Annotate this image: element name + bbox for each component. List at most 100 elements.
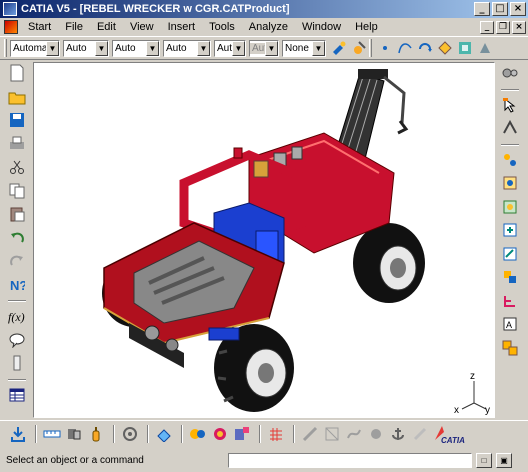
menu-file[interactable]: File xyxy=(58,21,90,33)
copy-icon[interactable] xyxy=(6,180,28,202)
menu-help[interactable]: Help xyxy=(348,21,385,33)
minimize-button[interactable]: _ xyxy=(474,2,490,16)
linetype-combo[interactable]: Auto ▼ xyxy=(163,39,211,57)
formula-icon[interactable]: f(x) xyxy=(6,305,28,327)
dropdown-arrow-icon[interactable]: ▼ xyxy=(146,40,159,56)
rotate-view-icon[interactable] xyxy=(232,424,252,444)
combo-value: None xyxy=(285,42,309,54)
axis-compass: z x y xyxy=(454,371,490,416)
3d-viewport[interactable]: z x y xyxy=(33,62,495,418)
multi-instantiation-icon[interactable] xyxy=(499,337,521,359)
swap-icon[interactable] xyxy=(154,424,174,444)
clash-icon[interactable] xyxy=(64,424,84,444)
paste-icon[interactable] xyxy=(6,203,28,225)
edges-icon[interactable] xyxy=(344,424,364,444)
axle xyxy=(208,327,240,341)
menu-view[interactable]: View xyxy=(123,21,161,33)
combo-value: Auto xyxy=(166,42,187,54)
layer-combo[interactable]: Automa ▼ xyxy=(10,39,60,57)
catia-app-icon[interactable] xyxy=(3,2,17,16)
workbench-toolbar: A xyxy=(496,62,524,418)
anchor-icon[interactable] xyxy=(388,424,408,444)
dropdown-arrow-icon[interactable]: ▼ xyxy=(95,40,108,56)
doc-restore-button[interactable]: ❐ xyxy=(496,20,510,34)
component-icon[interactable] xyxy=(499,172,521,194)
rotate-icon[interactable] xyxy=(415,38,435,58)
design-table-icon[interactable] xyxy=(6,352,28,374)
doc-minimize-button[interactable]: _ xyxy=(480,20,494,34)
comment-icon[interactable] xyxy=(6,329,28,351)
combo-value: Auto xyxy=(115,42,136,54)
painter-icon[interactable] xyxy=(329,38,349,58)
tow-truck-model[interactable]: z x y xyxy=(34,63,494,417)
dropdown-arrow-icon[interactable]: ▼ xyxy=(46,40,59,56)
grid-icon[interactable] xyxy=(266,424,286,444)
fly-icon[interactable] xyxy=(499,117,521,139)
wireframe-icon[interactable] xyxy=(322,424,342,444)
print-icon[interactable] xyxy=(6,133,28,155)
transparency-combo[interactable]: Auto ▼ xyxy=(112,39,160,57)
graph-tree-reorder-icon[interactable] xyxy=(499,290,521,312)
hide-show-icon[interactable] xyxy=(366,424,386,444)
replace-component-icon[interactable] xyxy=(499,266,521,288)
whats-this-icon[interactable]: N? xyxy=(6,274,28,296)
toolbar-grip[interactable] xyxy=(369,39,372,57)
status-prompt: Select an object or a command xyxy=(6,454,144,466)
knowledge-icon[interactable] xyxy=(475,38,495,58)
measure-icon[interactable] xyxy=(42,424,62,444)
menu-window[interactable]: Window xyxy=(295,21,348,33)
menu-tools[interactable]: Tools xyxy=(202,21,242,33)
toolbar-grip[interactable] xyxy=(4,39,7,57)
maximize-button[interactable]: □ xyxy=(492,2,508,16)
swap-visible-icon[interactable] xyxy=(410,424,430,444)
lineweight-combo[interactable]: Aut ▼ xyxy=(214,39,246,57)
doc-close-button[interactable]: × xyxy=(512,20,526,34)
save-icon[interactable] xyxy=(6,109,28,131)
combo-value: Aut xyxy=(250,42,265,54)
bottle-icon[interactable] xyxy=(86,424,106,444)
menu-edit[interactable]: Edit xyxy=(90,21,123,33)
dropdown-arrow-icon[interactable]: ▼ xyxy=(197,40,210,56)
spline-icon[interactable] xyxy=(395,38,415,58)
dropdown-arrow-icon[interactable]: ▼ xyxy=(312,40,325,56)
cut-icon[interactable] xyxy=(6,156,28,178)
stop-command-button[interactable]: □ xyxy=(476,452,492,468)
apply-material-icon[interactable] xyxy=(349,38,369,58)
separator xyxy=(293,424,295,443)
product-structure-icon[interactable] xyxy=(455,38,475,58)
existing-component-icon[interactable] xyxy=(499,243,521,265)
point-icon[interactable] xyxy=(375,38,395,58)
normal-view-icon[interactable] xyxy=(435,38,455,58)
dropdown-arrow-icon[interactable]: ▼ xyxy=(232,40,245,56)
rendering-style-combo[interactable]: None ▼ xyxy=(282,39,326,57)
undo-icon[interactable] xyxy=(6,227,28,249)
color-combo[interactable]: Auto ▼ xyxy=(63,39,109,57)
menu-insert[interactable]: Insert xyxy=(161,21,203,33)
open-icon[interactable] xyxy=(6,86,28,108)
select-icon[interactable] xyxy=(499,94,521,116)
redo-icon[interactable] xyxy=(6,250,28,272)
refresh-icon[interactable] xyxy=(120,424,140,444)
update-icon[interactable] xyxy=(8,424,28,444)
product-icon[interactable] xyxy=(499,196,521,218)
separator xyxy=(501,88,519,91)
catia-logo-icon: CATIA xyxy=(432,424,466,444)
cancel-command-button[interactable]: ▣ xyxy=(496,452,512,468)
close-button[interactable]: × xyxy=(510,2,526,16)
table-icon[interactable] xyxy=(6,384,28,406)
fit-all-icon[interactable] xyxy=(188,424,208,444)
new-icon[interactable] xyxy=(6,62,28,84)
generate-numbering-icon[interactable]: A xyxy=(499,313,521,335)
command-input[interactable] xyxy=(228,452,472,468)
menu-analyze[interactable]: Analyze xyxy=(242,21,295,33)
document-icon[interactable] xyxy=(4,20,18,34)
axis-label-x: x xyxy=(454,405,459,416)
axis-label-z: z xyxy=(470,371,475,382)
pan-icon[interactable] xyxy=(210,424,230,444)
part-icon[interactable] xyxy=(499,219,521,241)
combo-value: Auto xyxy=(66,42,87,54)
shading-icon[interactable] xyxy=(300,424,320,444)
menu-start[interactable]: Start xyxy=(21,21,58,33)
gear-icon[interactable] xyxy=(499,62,521,84)
assembly-icon[interactable] xyxy=(499,149,521,171)
